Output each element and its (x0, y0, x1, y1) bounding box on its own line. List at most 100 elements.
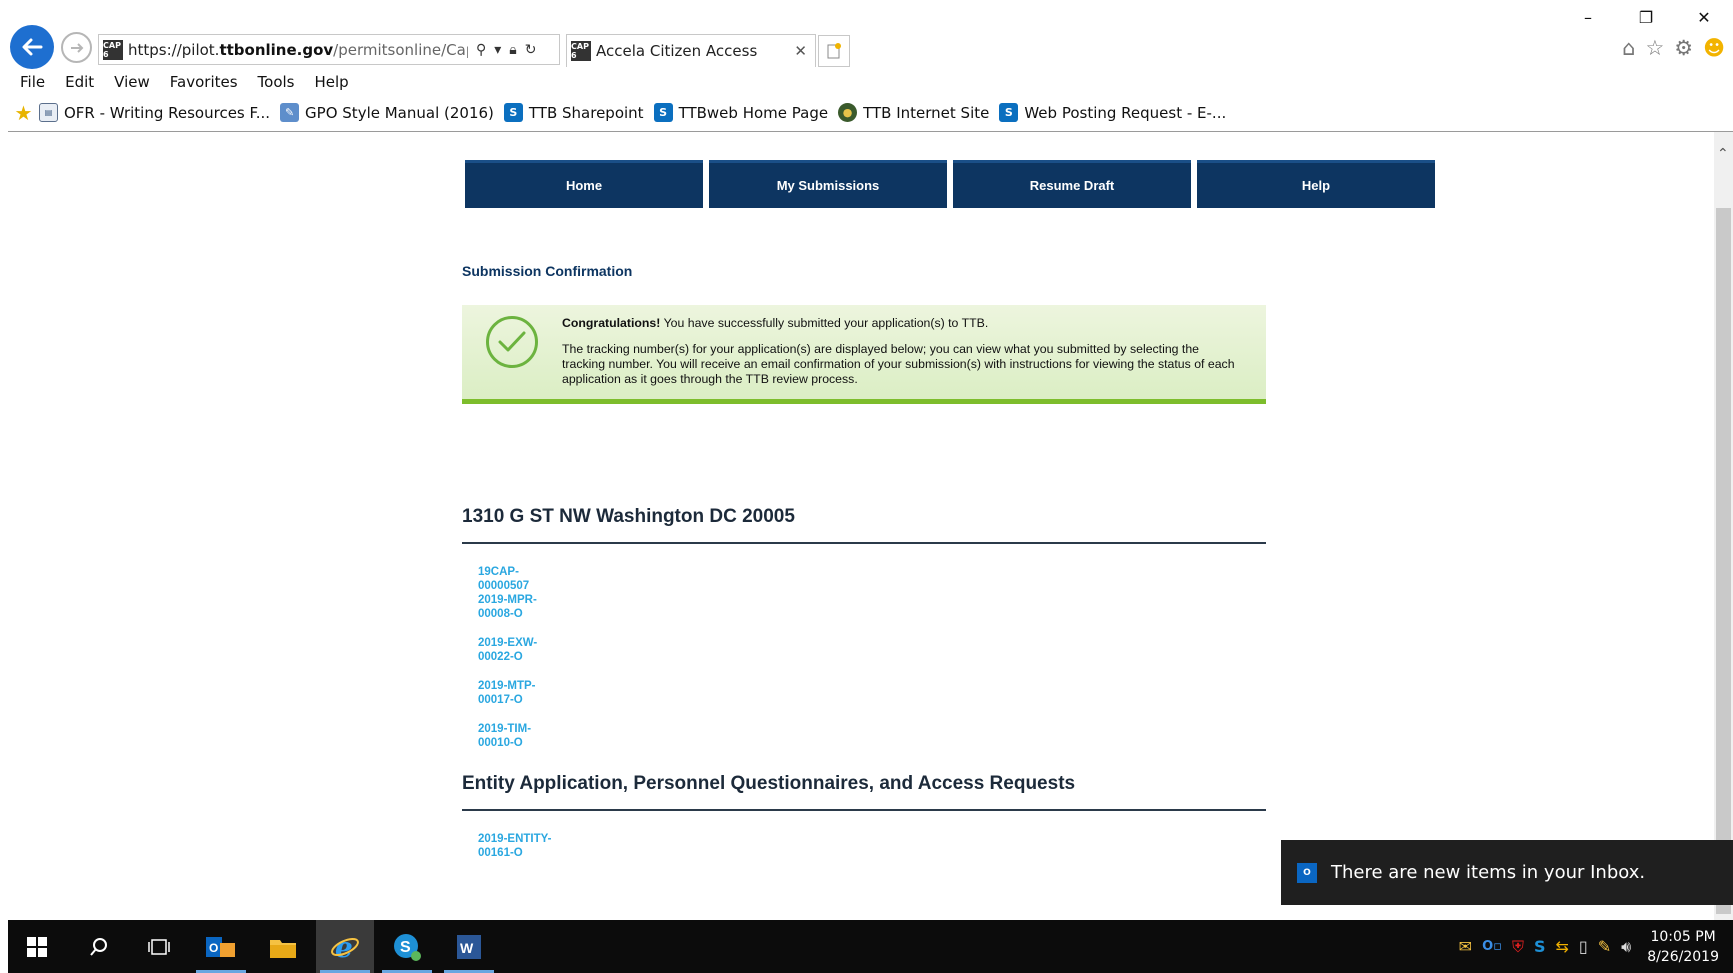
arrow-left-icon (22, 38, 43, 56)
gpo-icon: ✎ (280, 103, 300, 122)
tab-title: Accela Citizen Access (596, 42, 758, 60)
tab-favicon-icon: CAP 6 (571, 41, 591, 61)
section-divider (462, 809, 1266, 811)
search-button[interactable] (70, 920, 128, 973)
refresh-icon[interactable]: ↻ (525, 42, 537, 58)
scroll-up-icon[interactable]: ⌃ (1717, 146, 1729, 162)
favorite-item-ttb-internet[interactable]: ● TTB Internet Site (838, 103, 989, 122)
menu-bar: File Edit View Favorites Tools Help (20, 73, 369, 91)
outlook-icon: O (206, 936, 235, 957)
favorites-star-icon[interactable]: ☆ (1645, 36, 1664, 60)
favorite-label: Web Posting Request - E-... (1024, 103, 1227, 122)
tracking-info-text: The tracking number(s) for your applicat… (562, 342, 1235, 386)
search-icon[interactable]: ⚲ (476, 42, 486, 58)
sync-icon[interactable]: ⇆ (1555, 937, 1568, 956)
dropdown-icon[interactable]: ▾ (494, 42, 501, 58)
menu-favorites[interactable]: Favorites (170, 73, 238, 91)
favorite-item-web-posting[interactable]: S Web Posting Request - E-... (999, 103, 1226, 122)
nav-help-button[interactable]: Help (1197, 160, 1435, 208)
internet-explorer-icon: e (331, 932, 359, 962)
tracking-link[interactable]: 2019-EXW-00022-O (478, 636, 558, 664)
success-message-text: Congratulations! You have successfully s… (562, 316, 1242, 387)
taskbar-outlook[interactable]: O (192, 920, 250, 973)
svg-text:W: W (460, 940, 474, 956)
task-view-button[interactable] (130, 920, 188, 973)
lock-icon[interactable]: 🔒︎ (509, 42, 516, 58)
new-tab-icon (827, 43, 841, 59)
outlook-notification[interactable]: O There are new items in your Inbox. (1281, 840, 1733, 905)
outlook-icon: O (1297, 862, 1317, 883)
new-tab-button[interactable] (818, 35, 850, 67)
arrow-right-icon (70, 42, 83, 53)
volume-icon[interactable]: 🔊︎ (1621, 937, 1631, 957)
search-icon (90, 937, 107, 956)
favorites-bar: ★ ▤ OFR - Writing Resources F... ✎ GPO S… (14, 101, 1236, 125)
scrollbar-thumb[interactable] (1716, 208, 1731, 914)
mail-icon[interactable]: ✉ (1459, 937, 1472, 956)
site-favicon-icon: CAP 6 (103, 39, 123, 60)
skype-icon: S (394, 933, 421, 961)
folder-icon (270, 939, 296, 958)
favorite-item-ttbweb[interactable]: S TTBweb Home Page (653, 103, 828, 122)
skype-tray-icon[interactable]: S (1534, 937, 1546, 956)
favorite-item-gpo[interactable]: ✎ GPO Style Manual (2016) (280, 103, 494, 122)
browser-tab[interactable]: CAP 6 Accela Citizen Access ✕ (566, 34, 816, 67)
back-button[interactable] (10, 25, 54, 69)
section-divider (462, 542, 1266, 544)
favorite-label: OFR - Writing Resources F... (64, 103, 271, 122)
tracking-link[interactable]: 2019-MTP-00017-O (478, 679, 558, 707)
tracking-link[interactable]: 2019-MPR-00008-O (478, 593, 558, 621)
taskbar-word[interactable]: W (440, 920, 498, 973)
page-scrollbar[interactable]: ⌃ (1714, 132, 1733, 920)
notes-icon[interactable]: ✎ (1598, 937, 1611, 956)
url-domain: ttbonline.gov (219, 40, 334, 59)
home-icon[interactable]: ⌂ (1622, 36, 1635, 60)
windows-logo-icon (27, 936, 47, 957)
taskbar-internet-explorer[interactable]: e (316, 920, 374, 973)
settings-gear-icon[interactable]: ⚙ (1674, 36, 1693, 60)
tracking-link[interactable]: 19CAP-00000507 (478, 565, 558, 593)
page-viewport: Home My Submissions Resume Draft Help Su… (8, 132, 1733, 920)
usb-device-icon[interactable]: ▯ (1579, 937, 1588, 956)
svg-text:O: O (209, 941, 218, 955)
feedback-smiley-icon[interactable]: ☻ (1703, 36, 1725, 60)
task-view-icon (148, 938, 170, 955)
taskbar-file-explorer[interactable] (254, 920, 312, 973)
menu-file[interactable]: File (20, 73, 45, 91)
restore-icon[interactable]: ❐ (1617, 6, 1675, 28)
taskbar-skype[interactable]: S (378, 920, 436, 973)
window-controls: – ❐ ✕ (1559, 6, 1733, 28)
minimize-icon[interactable]: – (1559, 6, 1617, 28)
nav-home-button[interactable]: Home (465, 160, 703, 208)
menu-help[interactable]: Help (315, 73, 349, 91)
tracking-link[interactable]: 2019-TIM-00010-O (478, 722, 558, 750)
nav-my-submissions-button[interactable]: My Submissions (709, 160, 947, 208)
start-button[interactable] (8, 920, 66, 973)
sharepoint-icon: S (653, 103, 673, 122)
address-bar[interactable]: CAP 6 https://pilot.ttbonline.gov/permit… (98, 34, 560, 65)
site-nav: Home My Submissions Resume Draft Help (465, 160, 1435, 208)
tracking-link[interactable]: 2019-ENTITY-00161-O (478, 832, 558, 860)
favorites-add-star-icon[interactable]: ★ (14, 101, 33, 125)
menu-view[interactable]: View (114, 73, 150, 91)
menu-tools[interactable]: Tools (258, 73, 295, 91)
url-path: /permitsonline/Cap/Cap (333, 40, 468, 59)
favorite-item-ofr[interactable]: ▤ OFR - Writing Resources F... (39, 103, 270, 122)
sharepoint-icon: S (999, 103, 1019, 122)
forward-button[interactable] (61, 32, 92, 63)
windows-taskbar: O e S W ✉ O▫ ⛨ S ⇆ ▯ ✎ 🔊︎ 10:05 PM 8/26/… (8, 920, 1733, 973)
menu-edit[interactable]: Edit (65, 73, 94, 91)
nav-resume-draft-button[interactable]: Resume Draft (953, 160, 1191, 208)
close-tab-icon[interactable]: ✕ (794, 42, 807, 60)
clock-date: 8/26/2019 (1647, 948, 1719, 965)
system-clock[interactable]: 10:05 PM 8/26/2019 (1647, 927, 1719, 967)
antivirus-shield-icon[interactable]: ⛨ (1512, 937, 1524, 957)
page-title: Submission Confirmation (462, 263, 633, 279)
favorite-label: TTB Sharepoint (528, 103, 644, 122)
favorite-item-ttb-sharepoint[interactable]: S TTB Sharepoint (503, 103, 644, 122)
outlook-tray-icon[interactable]: O▫ (1482, 939, 1502, 954)
close-window-icon[interactable]: ✕ (1675, 6, 1733, 28)
sharepoint-icon: S (503, 103, 523, 122)
svg-text:S: S (400, 939, 411, 956)
url-text[interactable]: https://pilot.ttbonline.gov/permitsonlin… (128, 41, 468, 59)
